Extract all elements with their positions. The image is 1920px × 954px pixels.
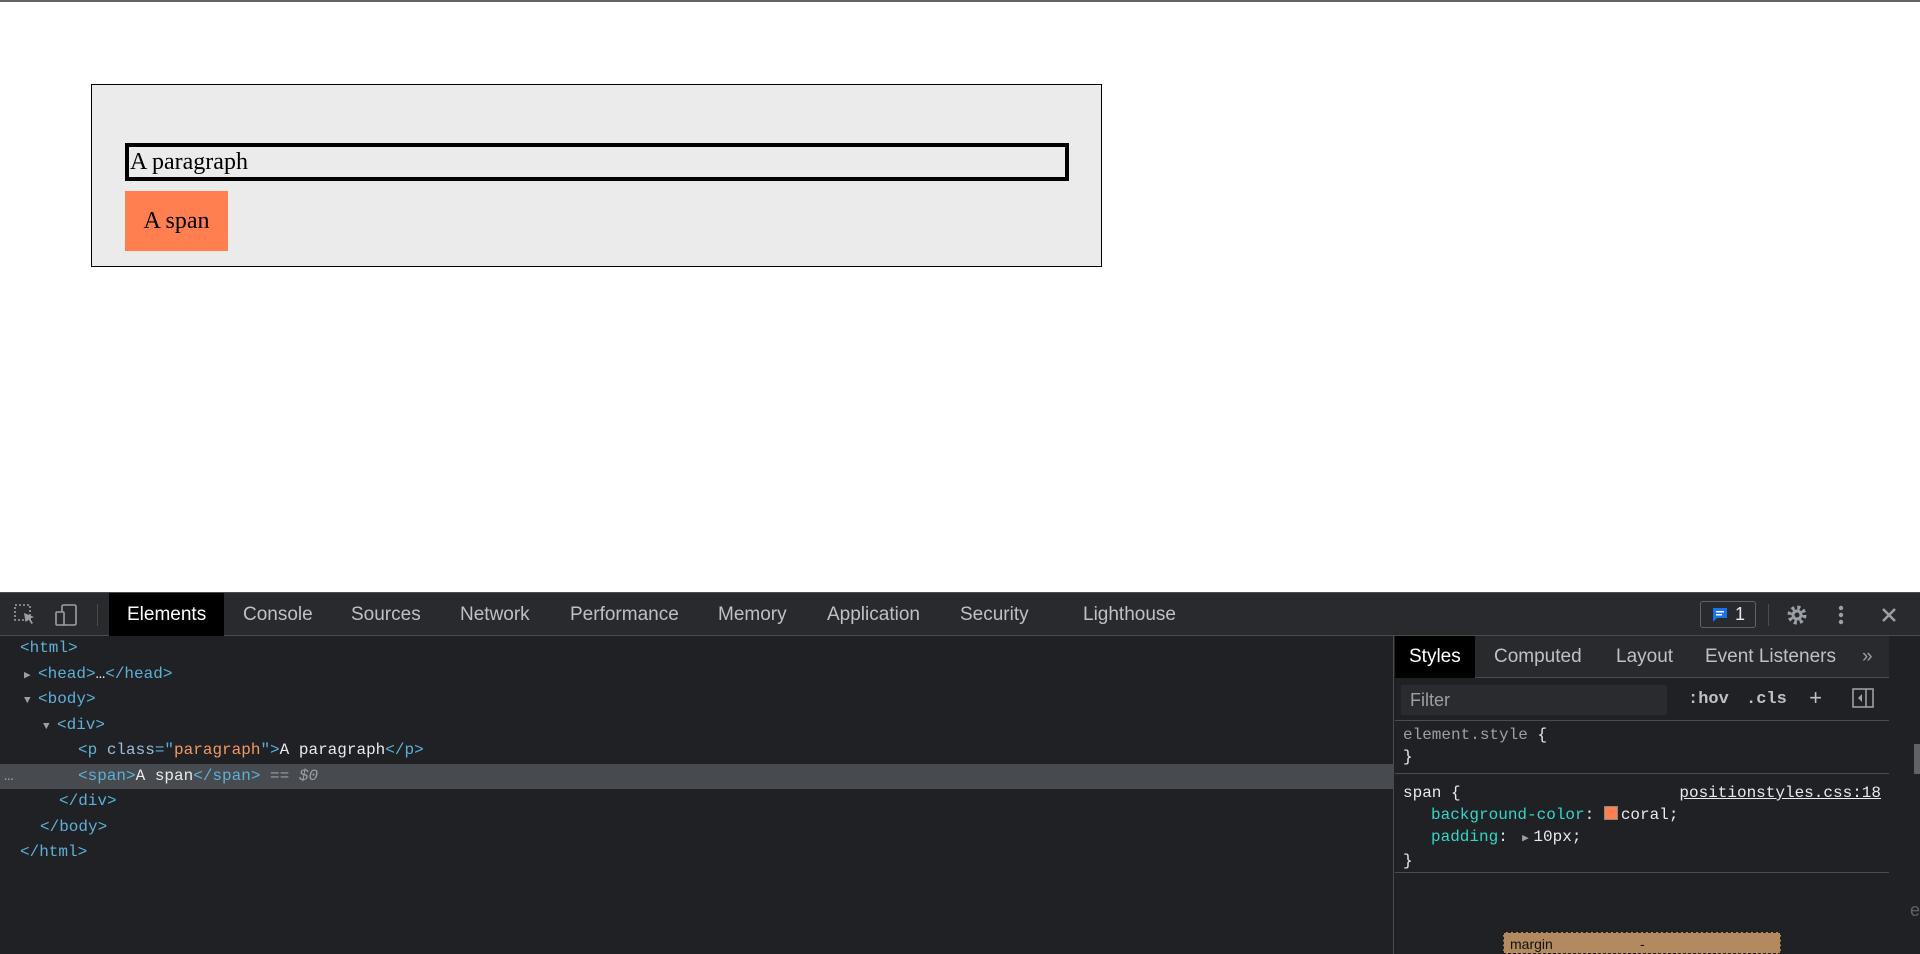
dom-tag: </div> [59,792,117,810]
more-tabs-chevron-icon[interactable]: » [1862,636,1873,678]
dom-tag: </span> [193,766,261,785]
expand-triangle-icon[interactable]: ▶ [24,664,38,690]
inspect-element-icon[interactable] [12,593,38,636]
rule-selector[interactable]: span { [1403,784,1461,802]
dom-tag: <html> [20,639,78,657]
dom-node-span-selected[interactable]: … <span>A span</span> == $0 [0,763,1394,790]
attr-eq-close: "> [260,741,280,759]
dom-node-div-close[interactable]: </div> [0,789,1394,815]
more-options-icon[interactable] [1830,593,1852,636]
hov-toggle-button[interactable]: :hov [1688,686,1729,714]
box-model-margin-value[interactable]: - [1640,936,1645,952]
devtools-panel: Elements Console Sources Network Perform… [0,592,1920,954]
rule-close-brace: } [1403,852,1413,870]
box-model-margin[interactable]: margin - [1503,932,1781,954]
styles-filter-bar: :hov .cls + [1395,678,1889,721]
expand-triangle-icon[interactable]: ▶ [1517,828,1533,850]
collapse-triangle-icon[interactable]: ▼ [43,715,57,741]
dom-tag: <p [78,741,107,759]
box-model-margin-label: margin [1510,936,1553,952]
tab-styles[interactable]: Styles [1395,636,1475,678]
dom-node-html[interactable]: <html> [0,636,1394,662]
collapsed-ellipsis: … [95,664,106,683]
stylesheet-source-link[interactable]: positionstyles.css:18 [1679,782,1881,804]
dom-tag: </html> [20,843,88,861]
dom-tag: <body> [38,690,96,708]
dom-node-html-close[interactable]: </html> [0,840,1394,866]
styles-filter-input[interactable] [1401,685,1667,715]
css-property-value[interactable]: coral; [1621,806,1679,824]
tab-elements[interactable]: Elements [109,593,225,636]
toggle-sidebar-icon[interactable] [1851,686,1875,714]
rule-open-brace: { [1537,726,1548,744]
dom-node-body[interactable]: ▼ <body> [0,687,1394,713]
demo-paragraph: A paragraph [125,143,1069,181]
node-text: A paragraph [279,741,386,759]
dom-tag: </body> [40,817,108,836]
tab-sources[interactable]: Sources [351,593,421,636]
span-style-rule: span { positionstyles.css:18 background-… [1395,782,1889,872]
tab-computed[interactable]: Computed [1494,636,1582,678]
demo-span: A span [125,191,228,251]
dom-tag: <div> [57,715,106,734]
clipped-edge-text: e [1910,900,1920,920]
cls-toggle-button[interactable]: .cls [1746,686,1787,714]
sidebar-tabs: Styles Computed Layout Event Listeners » [1395,636,1889,678]
toolbar-divider [97,604,98,626]
dom-node-head[interactable]: ▶ <head>…</head> [0,662,1394,688]
tab-application[interactable]: Application [827,593,920,636]
css-property-value[interactable]: 10px; [1533,828,1581,846]
tab-lighthouse[interactable]: Lighthouse [1083,593,1176,636]
selected-marker: == $0 [260,766,319,785]
tab-layout[interactable]: Layout [1616,636,1673,678]
dom-node-div[interactable]: ▼ <div> [0,713,1394,739]
dom-tag: </head> [105,664,173,683]
color-swatch-icon[interactable] [1603,806,1618,820]
demo-container-div: A paragraph A span [91,84,1102,267]
rule-close-brace: } [1403,748,1413,766]
device-toolbar-icon[interactable] [53,593,79,636]
attr-eq: =" [154,741,175,759]
settings-gear-icon[interactable] [1784,593,1810,636]
issues-count: 1 [1734,604,1745,624]
dom-node-body-close[interactable]: </body> [0,815,1394,841]
element-style-rule: element.style { } [1395,724,1889,768]
dom-tag: <span> [78,766,136,785]
node-text: A span [135,766,194,785]
css-property-name[interactable]: padding [1431,828,1498,846]
scrollbar-thumb[interactable] [1914,744,1920,774]
tab-console[interactable]: Console [243,593,313,636]
issues-counter-button[interactable]: 1 [1700,601,1756,628]
message-icon [1712,607,1727,622]
tab-network[interactable]: Network [460,593,530,636]
new-rule-plus-icon[interactable]: + [1809,686,1822,714]
dom-tag: </p> [385,741,424,759]
rule-divider [1395,872,1889,873]
toolbar-divider [1768,604,1769,626]
attr-name: class [106,741,155,759]
tab-event-listeners[interactable]: Event Listeners [1705,636,1836,678]
rule-divider [1395,773,1889,774]
attr-value: paragraph [174,741,261,759]
row-dots-icon[interactable]: … [4,764,14,790]
page-viewport: A paragraph A span [0,0,1920,592]
dom-tag: <head> [38,664,96,683]
dom-node-p[interactable]: <p class="paragraph">A paragraph</p> [0,738,1394,764]
tab-security[interactable]: Security [960,593,1029,636]
rule-selector[interactable]: element.style [1403,726,1528,744]
collapse-triangle-icon[interactable]: ▼ [24,689,38,715]
elements-dom-tree: <html> ▶ <head>…</head> ▼ <body> ▼ <div> <p… [0,636,1394,954]
devtools-toolbar: Elements Console Sources Network Perform… [0,592,1920,636]
tab-memory[interactable]: Memory [718,593,787,636]
close-icon[interactable] [1877,593,1901,636]
css-property-name[interactable]: background-color [1431,806,1585,824]
tab-performance[interactable]: Performance [570,593,679,636]
styles-sidebar: Styles Computed Layout Event Listeners »… [1395,636,1889,954]
